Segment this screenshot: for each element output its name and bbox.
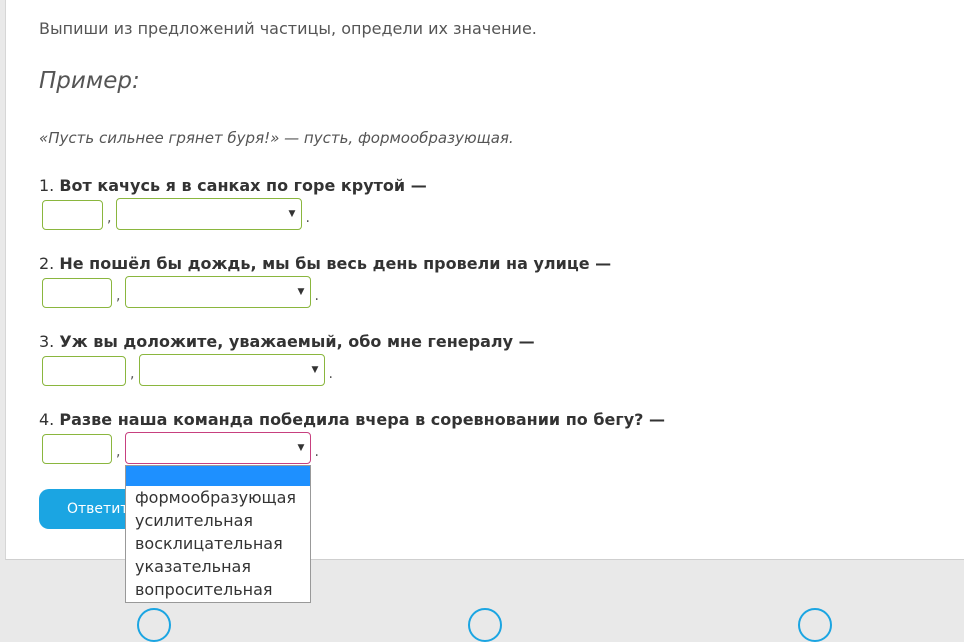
question-2: 2. Не пошёл бы дождь, мы бы весь день пр… [39, 254, 611, 273]
question-4: 4. Разве наша команда победила вчера в с… [39, 410, 665, 429]
chevron-down-icon: ▼ [297, 287, 305, 297]
comma: , [116, 444, 121, 460]
circle-icon[interactable] [137, 608, 171, 642]
meaning-select-4[interactable]: ▼ [125, 432, 312, 464]
question-number: 4. [39, 410, 55, 429]
dropdown-option[interactable]: усилительная [126, 509, 310, 532]
chevron-down-icon: ▼ [288, 209, 296, 219]
meaning-select-2[interactable]: ▼ [125, 276, 312, 308]
question-1: 1. Вот качусь я в санках по горе крутой … [39, 176, 427, 195]
question-3: 3. Уж вы доложите, уважаемый, обо мне ге… [39, 332, 535, 351]
question-sentence: Уж вы доложите, уважаемый, обо мне генер… [59, 332, 535, 351]
example-title: Пример: [39, 68, 140, 94]
period: . [314, 288, 319, 304]
question-number: 1. [39, 176, 55, 195]
comma: , [116, 288, 121, 304]
dropdown-option[interactable]: указательная [126, 555, 310, 578]
question-sentence: Вот качусь я в санках по горе крутой — [59, 176, 427, 195]
particle-input-4[interactable] [42, 434, 112, 464]
question-number: 2. [39, 254, 55, 273]
particle-input-1[interactable] [42, 200, 103, 230]
period: . [314, 444, 319, 460]
dropdown-option[interactable]: вопросительная [126, 578, 310, 601]
circle-icon[interactable] [798, 608, 832, 642]
meaning-select-1[interactable]: ▼ [116, 198, 303, 230]
dropdown-option[interactable]: формообразующая [126, 486, 310, 509]
answer-row-2: , ▼ . [42, 276, 319, 308]
meaning-dropdown-list: формообразующая усилительная восклицател… [125, 465, 311, 603]
answer-row-1: , ▼ . [42, 198, 310, 230]
answer-row-4: , ▼ . [42, 432, 319, 464]
particle-input-3[interactable] [42, 356, 126, 386]
comma: , [130, 366, 135, 382]
instruction-text: Выпиши из предложений частицы, определи … [39, 19, 537, 38]
meaning-select-3[interactable]: ▼ [139, 354, 326, 386]
period: . [305, 210, 310, 226]
question-sentence: Разве наша команда победила вчера в соре… [59, 410, 665, 429]
dropdown-option[interactable]: восклицательная [126, 532, 310, 555]
answer-row-3: , ▼ . [42, 354, 333, 386]
question-number: 3. [39, 332, 55, 351]
particle-input-2[interactable] [42, 278, 112, 308]
period: . [328, 366, 333, 382]
circle-icon[interactable] [468, 608, 502, 642]
chevron-down-icon: ▼ [311, 365, 319, 375]
question-sentence: Не пошёл бы дождь, мы бы весь день прове… [59, 254, 612, 273]
chevron-down-icon: ▼ [297, 443, 305, 453]
dropdown-option-blank[interactable] [126, 466, 310, 486]
example-text: «Пусть сильнее грянет буря!» — пусть, фо… [39, 129, 514, 147]
comma: , [107, 210, 112, 226]
